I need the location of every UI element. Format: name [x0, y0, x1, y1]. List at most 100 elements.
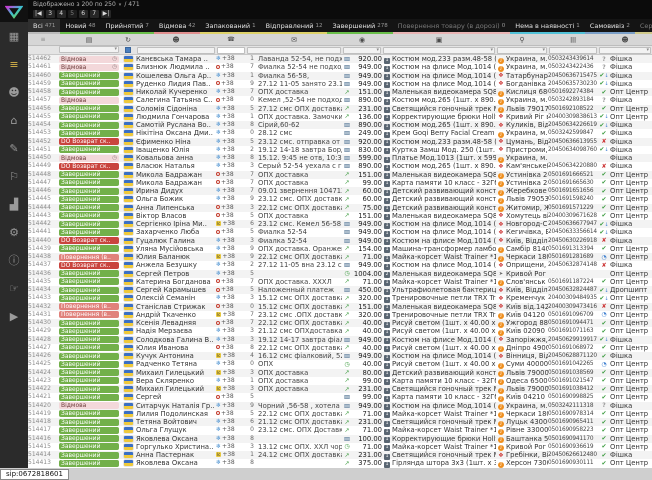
client-phone[interactable]: ❄+38: [216, 138, 246, 146]
manager-column-header[interactable]: ☻: [598, 36, 652, 44]
sidebar-item-settings[interactable]: ⚙: [0, 218, 28, 246]
tab-7[interactable]: Повернення товару (в дорозі)0: [393, 19, 510, 34]
order-row[interactable]: 514437DO Возврат ск..Анжела Безушку❄+382…: [28, 261, 652, 269]
order-row[interactable]: 514431Повернення (в..Андрій Ткаченкоlc+3…: [28, 311, 652, 319]
product-column-header[interactable]: ▣: [382, 36, 496, 44]
order-row[interactable]: 514439ЗавершенийУляна Мусійовська❄+389ОП…: [28, 245, 652, 253]
order-row[interactable]: 514415ЗавершенийГоргулько Христина..❄+38…: [28, 443, 652, 451]
last-page-button[interactable]: ▶|: [101, 10, 112, 18]
client-phone[interactable]: lc+38: [216, 352, 246, 360]
refresh-column-header[interactable]: ↻: [120, 36, 136, 44]
status-badge[interactable]: Завершений: [59, 221, 119, 228]
client-phone[interactable]: ❄+38: [216, 187, 246, 195]
client-phone[interactable]: ❄+38: [216, 418, 246, 426]
tracking-number[interactable]: 0501691096709: [548, 311, 598, 319]
status-badge[interactable]: Завершений: [59, 353, 119, 360]
client-phone[interactable]: ❄+38: [216, 261, 246, 269]
client-phone[interactable]: +38: [216, 393, 246, 401]
tracking-number[interactable]: 20450636715475: [548, 72, 598, 80]
client-phone[interactable]: +38: [216, 80, 246, 88]
tab-5[interactable]: Відправлений12: [261, 19, 328, 34]
tab-10[interactable]: Сервіси0: [635, 19, 652, 34]
client-phone[interactable]: +38: [216, 319, 246, 327]
status-badge[interactable]: Повернення (в..: [59, 254, 119, 261]
client-phone[interactable]: +38: [216, 96, 246, 104]
select-all-checkbox[interactable]: [125, 47, 131, 53]
status-badge[interactable]: DO Возврат ск..: [59, 138, 119, 145]
tracking-number[interactable]: 0501691094471: [548, 319, 598, 327]
client-phone[interactable]: ❄+38: [216, 402, 246, 410]
status-badge[interactable]: Відмова◷: [59, 56, 119, 63]
status-badge[interactable]: Відмова: [59, 97, 119, 104]
order-row[interactable]: 514433ЗавершенийОлексій Семанін❄+38315.1…: [28, 294, 652, 302]
tracking-number[interactable]: 20450628871120: [548, 352, 598, 360]
status-badge[interactable]: Завершений: [59, 344, 119, 351]
client-phone[interactable]: +38: [216, 179, 246, 187]
order-row[interactable]: 514429ЗавершенийНадія Мерзаєва❄+38321.12…: [28, 327, 652, 335]
order-row[interactable]: 514454ЗавершенийСамотій Руслана Во..❄+38…: [28, 121, 652, 129]
tracking-number[interactable]: 20450634226619: [548, 121, 598, 129]
tracking-number[interactable]: 0503243439614: [548, 55, 598, 63]
address-column-header[interactable]: ⚲: [496, 36, 548, 44]
order-row[interactable]: 514440DO Возврат ск..Гуцалюк Галина❄+383…: [28, 237, 652, 245]
column-filter[interactable]: [137, 47, 215, 54]
order-row[interactable]: 514435ЗавершенийКатерина Богданова+387ОП…: [28, 278, 652, 286]
tracking-number[interactable]: 0501692108522: [548, 105, 598, 113]
tracking-number[interactable]: 0501690941170: [548, 435, 598, 443]
order-row[interactable]: 514419ЗавершенийЛилия Подолинская+38522.…: [28, 410, 652, 418]
order-row[interactable]: 514456ЗавершенийСоломія Сідоніна❄+38527.…: [28, 105, 652, 113]
client-phone[interactable]: +38: [216, 212, 246, 220]
tracking-number[interactable]: 20450632874148: [548, 261, 598, 269]
status-badge[interactable]: Завершений: [59, 146, 119, 153]
status-badge[interactable]: Завершений: [59, 278, 119, 285]
tab-3[interactable]: Відмова42: [154, 19, 200, 34]
page-button-4[interactable]: 4: [57, 10, 66, 18]
status-badge[interactable]: Завершений: [59, 130, 119, 137]
phone-column-header[interactable]: ☎: [216, 36, 246, 43]
tracking-number[interactable]: 0501690998825: [548, 393, 598, 401]
order-row[interactable]: 514424ЗавершенийМихаил Гилецькийlc+383ОП…: [28, 369, 652, 377]
column-filter[interactable]: ▾: [497, 47, 547, 54]
order-row[interactable]: 514447ЗавершенийМикола Бадражан+387ОПХ д…: [28, 179, 652, 187]
status-badge[interactable]: Завершений: [59, 435, 119, 442]
client-phone[interactable]: +38: [216, 410, 246, 418]
phone-filter-input[interactable]: [217, 47, 245, 54]
order-row[interactable]: 514458ЗавершенийНиколай Кучеренко❄+387ОП…: [28, 88, 652, 96]
column-filter[interactable]: ▾: [383, 47, 495, 54]
client-phone[interactable]: ❄+38: [216, 435, 246, 443]
tracking-number[interactable]: 0501692274384: [548, 88, 598, 96]
finance-column-header[interactable]: ◉: [342, 36, 382, 44]
client-phone[interactable]: ❄+38: [216, 459, 246, 467]
column-filter[interactable]: [549, 47, 597, 54]
tracking-number[interactable]: 0501690930111: [548, 459, 598, 467]
tracking-number[interactable]: 20400309484935: [548, 294, 598, 302]
order-row[interactable]: 514427ЗавершенийЮлия Иванова+38822.12 см…: [28, 344, 652, 352]
status-badge[interactable]: Завершений: [59, 196, 119, 203]
tracking-number[interactable]: 0503242111318: [548, 402, 598, 410]
tracking-number[interactable]: 20400309473416: [548, 303, 598, 311]
client-phone[interactable]: ❄+38: [216, 336, 246, 344]
order-id-column-header[interactable]: ≡: [28, 36, 58, 43]
client-column-header[interactable]: ☻: [136, 36, 216, 44]
page-button-5[interactable]: 5: [68, 10, 77, 18]
tracking-number[interactable]: 0501691068972: [548, 344, 598, 352]
tracking-number[interactable]: 0501691187224: [548, 278, 598, 286]
order-row[interactable]: 514425ЗавершенийРадченко Тетяна❄+380ОПХ◷…: [28, 360, 652, 368]
status-badge[interactable]: Завершений: [59, 171, 119, 178]
tab-4[interactable]: Запакований1: [200, 19, 260, 34]
client-phone[interactable]: +38: [216, 286, 246, 294]
client-phone[interactable]: ❄+38: [216, 327, 246, 335]
order-row[interactable]: 514461Відмова◷Близнюк Людмила ..+387Фиал…: [28, 63, 652, 71]
status-badge[interactable]: Завершений: [59, 89, 119, 96]
tracking-number[interactable]: 0501691038569: [548, 369, 598, 377]
client-phone[interactable]: lc+38: [216, 311, 246, 319]
tracking-number[interactable]: 0501691281689: [548, 253, 598, 261]
tracking-number[interactable]: 0503242893184: [548, 96, 598, 104]
client-phone[interactable]: ❄+38: [216, 294, 246, 302]
column-filter[interactable]: [247, 47, 341, 54]
sidebar-item-orders[interactable]: ≡: [0, 50, 28, 78]
status-badge[interactable]: Повернення (в..: [59, 303, 119, 310]
tracking-number[interactable]: 20450632824487: [548, 286, 598, 294]
client-phone[interactable]: ❄+38: [216, 377, 246, 385]
status-badge[interactable]: Завершений: [59, 328, 119, 335]
